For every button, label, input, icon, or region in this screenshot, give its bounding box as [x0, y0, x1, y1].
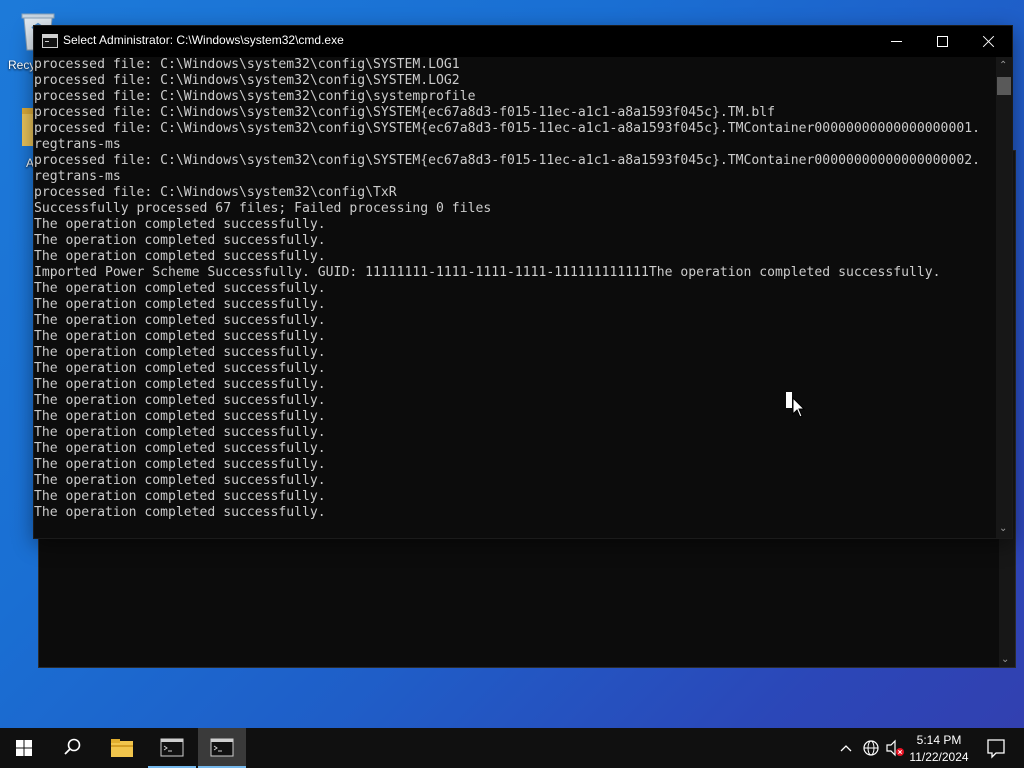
console-line[interactable]: processed file: C:\Windows\system32\conf… — [34, 57, 996, 73]
chevron-down-icon[interactable]: ⌄ — [1001, 655, 1009, 665]
search-icon — [64, 738, 81, 755]
console-line[interactable]: The operation completed successfully. — [34, 473, 996, 489]
file-explorer-icon — [111, 739, 133, 757]
mouse-cursor-icon — [786, 392, 806, 418]
console-line[interactable]: regtrans-ms — [34, 169, 996, 185]
console-line[interactable]: The operation completed successfully. — [34, 393, 996, 409]
console-line[interactable]: Imported Power Scheme Successfully. GUID… — [34, 265, 996, 281]
scroll-thumb[interactable] — [997, 77, 1011, 95]
window-title: Select Administrator: C:\Windows\system3… — [63, 33, 344, 47]
console-line[interactable]: processed file: C:\Windows\system32\conf… — [34, 153, 996, 169]
console-line[interactable]: The operation completed successfully. — [34, 409, 996, 425]
minimize-icon — [891, 41, 902, 42]
chevron-down-icon[interactable]: ⌄ — [999, 524, 1007, 534]
console-text[interactable]: processed file: C:\Windows\system32\conf… — [34, 57, 996, 521]
console-line[interactable]: The operation completed successfully. — [34, 313, 996, 329]
console-line[interactable]: processed file: C:\Windows\system32\conf… — [34, 105, 996, 121]
console-line[interactable]: The operation completed successfully. — [34, 425, 996, 441]
windows-logo-icon — [16, 740, 32, 756]
clock-date: 11/22/2024 — [909, 750, 969, 764]
title-bar[interactable]: Select Administrator: C:\Windows\system3… — [34, 26, 1012, 57]
show-hidden-icons-button[interactable] — [836, 728, 856, 768]
network-button[interactable] — [860, 728, 882, 768]
cmd-icon — [210, 738, 234, 757]
console-line[interactable]: Successfully processed 67 files; Failed … — [34, 201, 996, 217]
action-center-button[interactable] — [976, 728, 1016, 768]
minimize-button[interactable] — [874, 26, 920, 57]
taskbar-cmd-button[interactable] — [148, 728, 196, 768]
cmd-icon — [160, 738, 184, 757]
maximize-button[interactable] — [920, 26, 966, 57]
cmd-icon — [42, 34, 58, 48]
notification-icon — [987, 739, 1005, 759]
maximize-icon — [937, 36, 948, 47]
network-icon — [863, 740, 879, 756]
taskbar: 5:14 PM 11/22/2024 — [0, 728, 1024, 768]
console-line[interactable]: regtrans-ms — [34, 137, 996, 153]
taskbar-cmd-button-active[interactable] — [198, 728, 246, 768]
console-line[interactable]: The operation completed successfully. — [34, 441, 996, 457]
cmd-window[interactable]: Select Administrator: C:\Windows\system3… — [34, 26, 1012, 538]
console-output[interactable]: processed file: C:\Windows\system32\conf… — [34, 57, 996, 538]
desktop-icon-label[interactable]: A — [26, 156, 34, 170]
console-line[interactable]: processed file: C:\Windows\system32\conf… — [34, 89, 996, 105]
console-line[interactable]: The operation completed successfully. — [34, 329, 996, 345]
console-line[interactable]: The operation completed successfully. — [34, 217, 996, 233]
console-line[interactable]: The operation completed successfully. — [34, 457, 996, 473]
console-line[interactable]: The operation completed successfully. — [34, 377, 996, 393]
close-button[interactable] — [966, 26, 1012, 57]
console-line[interactable]: The operation completed successfully. — [34, 233, 996, 249]
start-button[interactable] — [0, 728, 48, 768]
console-line[interactable]: The operation completed successfully. — [34, 489, 996, 505]
clock-time: 5:14 PM — [916, 733, 962, 747]
console-line[interactable]: processed file: C:\Windows\system32\conf… — [34, 121, 996, 137]
console-line[interactable]: The operation completed successfully. — [34, 505, 996, 521]
console-line[interactable]: The operation completed successfully. — [34, 249, 996, 265]
chevron-up-icon — [840, 745, 852, 752]
console-line[interactable]: The operation completed successfully. — [34, 297, 996, 313]
chevron-up-icon[interactable]: ⌃ — [999, 61, 1007, 71]
console-scrollbar[interactable]: ⌃ ⌄ — [996, 57, 1012, 538]
console-line[interactable]: The operation completed successfully. — [34, 345, 996, 361]
recycle-bin-label[interactable]: Recy — [8, 58, 35, 72]
search-button[interactable] — [48, 728, 96, 768]
desktop: Recy A ⌄ Select Administrator: C:\Window… — [0, 0, 1024, 728]
console-line[interactable]: processed file: C:\Windows\system32\conf… — [34, 73, 996, 89]
console-line[interactable]: The operation completed successfully. — [34, 361, 996, 377]
file-explorer-button[interactable] — [98, 728, 146, 768]
console-line[interactable]: The operation completed successfully. — [34, 281, 996, 297]
clock[interactable]: 5:14 PM 11/22/2024 — [904, 731, 974, 767]
console-line[interactable]: processed file: C:\Windows\system32\conf… — [34, 185, 996, 201]
